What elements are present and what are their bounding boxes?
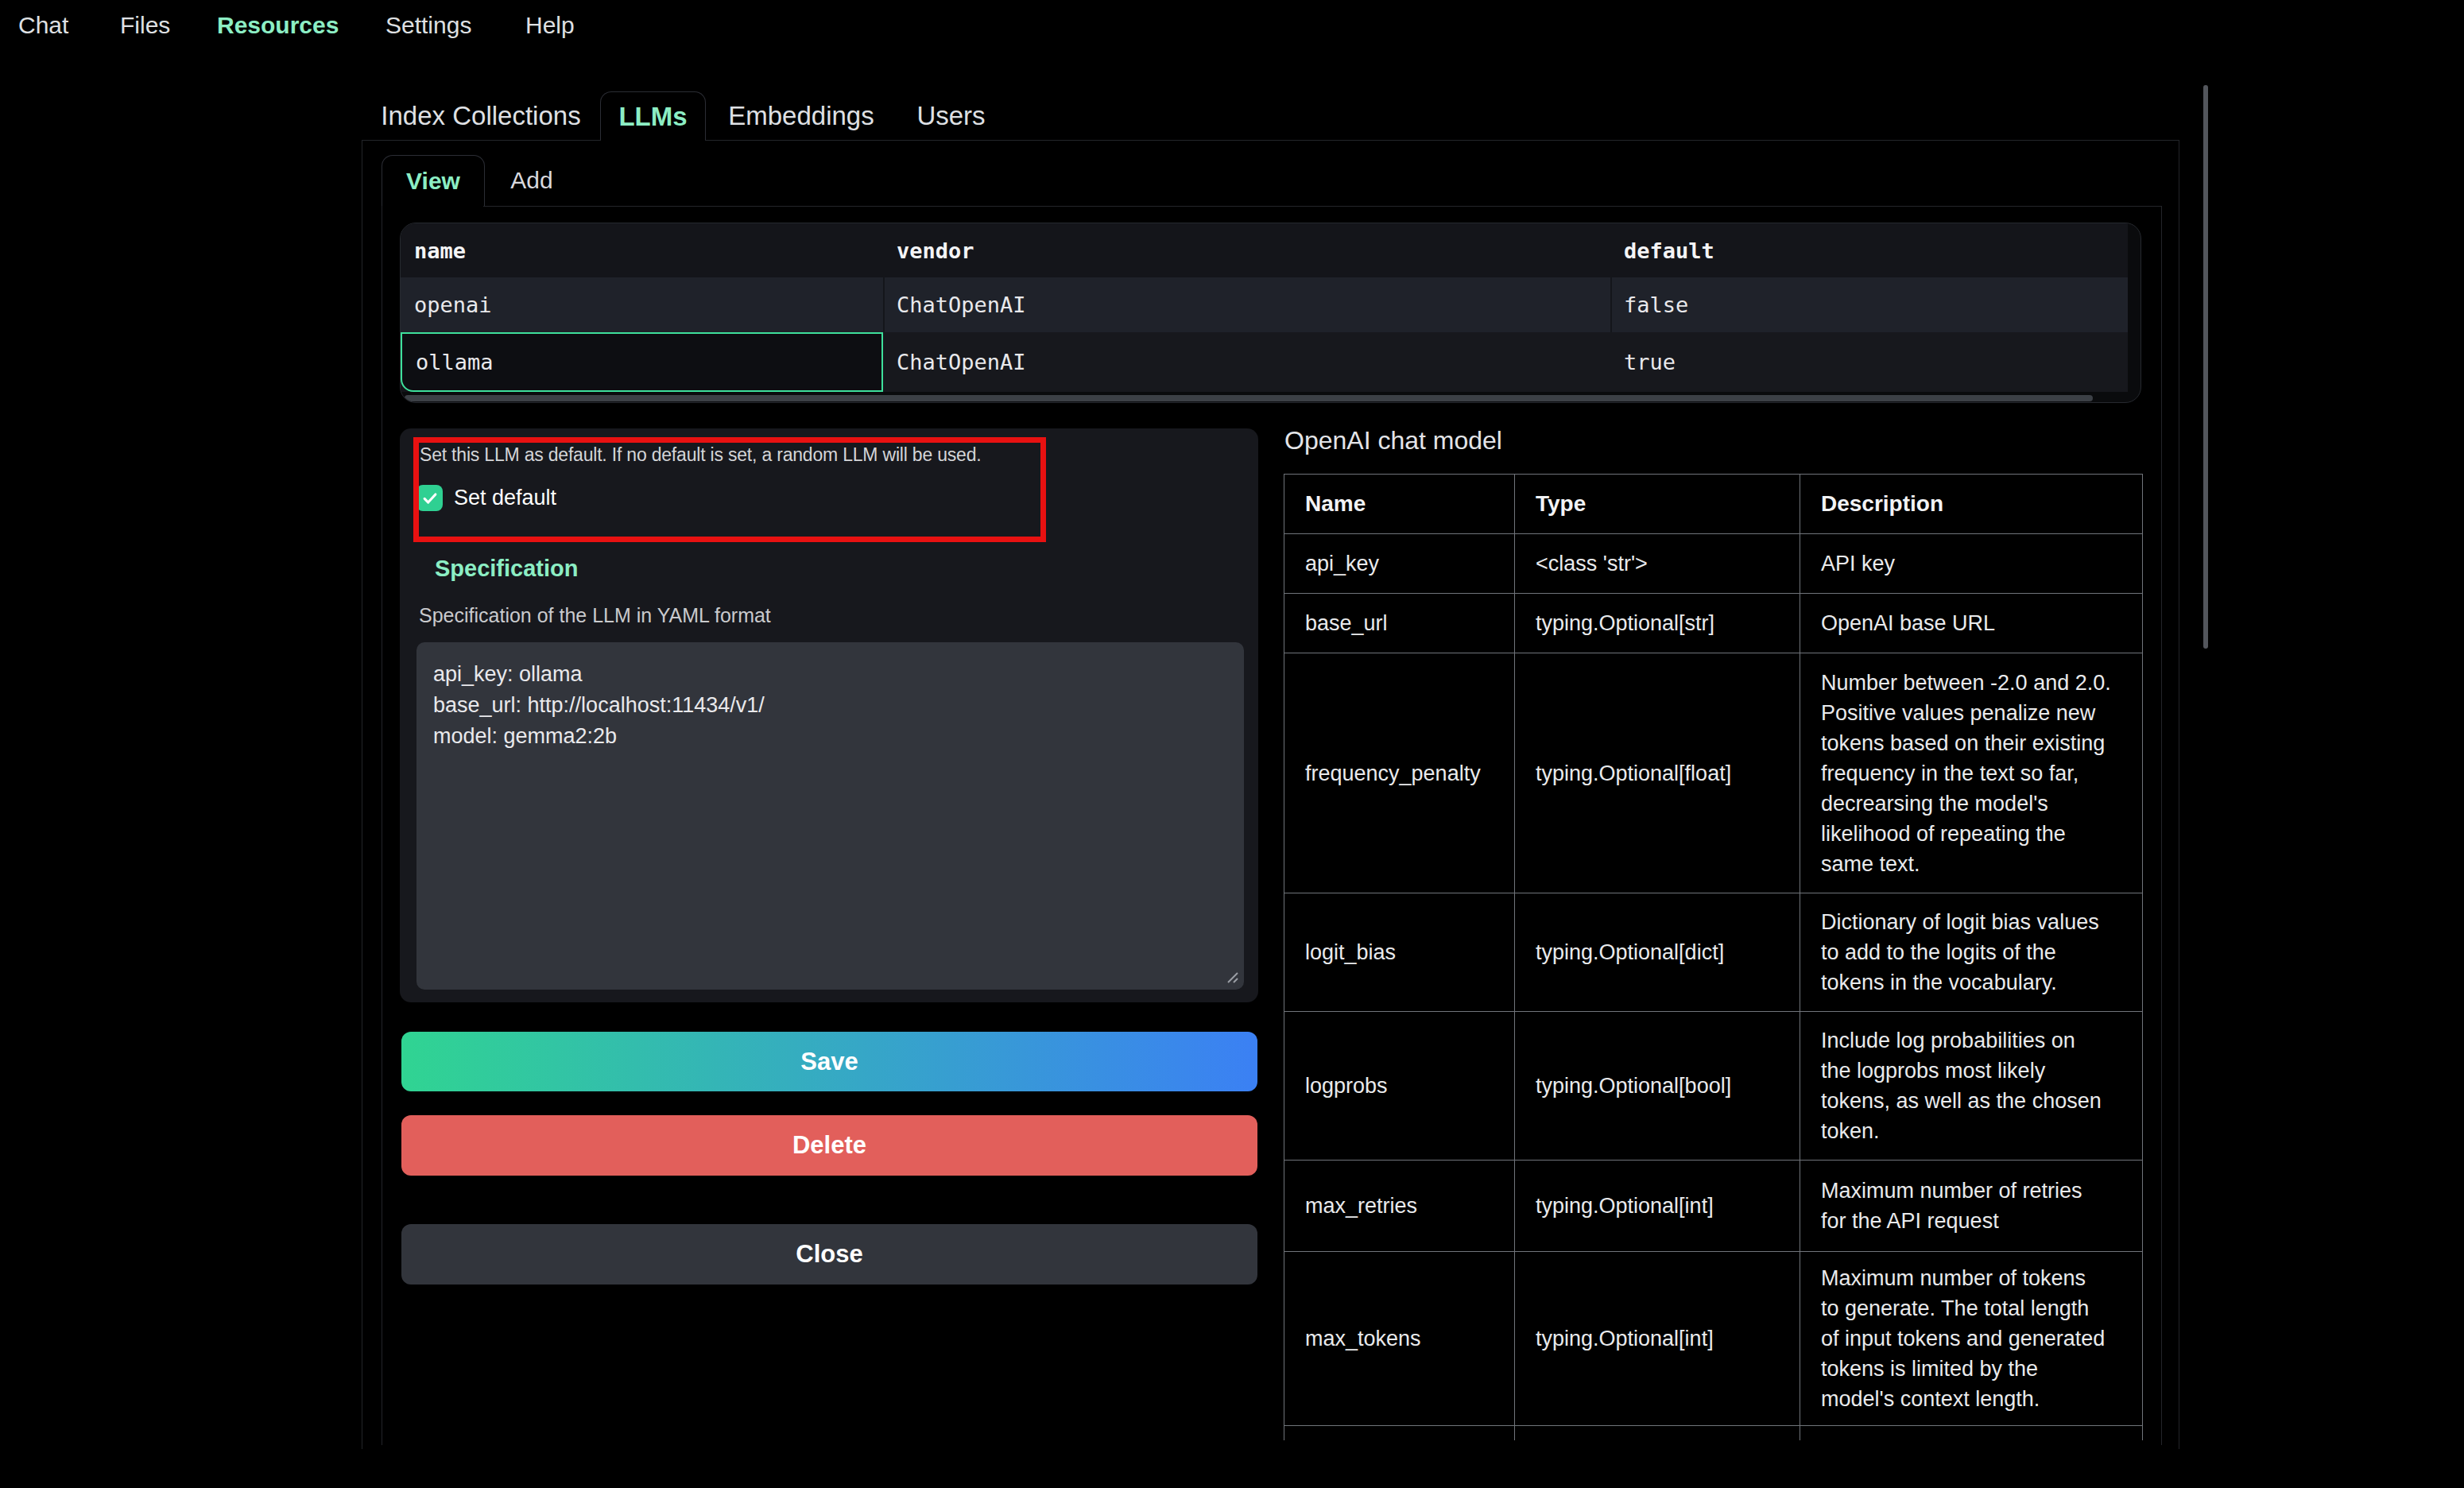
- param-row-frequency-penalty: frequency_penalty typing.Optional[float]…: [1284, 653, 2143, 893]
- specification-expander[interactable]: Specification: [435, 556, 579, 582]
- param-row-max-retries: max_retries typing.Optional[int] Maximum…: [1284, 1161, 2143, 1252]
- param-type: typing.Optional[str]: [1515, 594, 1800, 653]
- param-name: base_url: [1284, 594, 1515, 653]
- param-row-partial: [1284, 1426, 2143, 1441]
- param-description: [1800, 1426, 2143, 1441]
- param-row-max-tokens: max_tokens typing.Optional[int] Maximum …: [1284, 1252, 2143, 1426]
- llm-cell-ollama-name[interactable]: ollama: [401, 332, 883, 392]
- tab-llms[interactable]: LLMs: [600, 91, 706, 140]
- params-table: Name Type Description api_key <class 'st…: [1284, 474, 2143, 1440]
- param-name: logprobs: [1284, 1012, 1515, 1161]
- param-row-logit-bias: logit_bias typing.Optional[dict] Diction…: [1284, 893, 2143, 1012]
- llm-cell-ollama-vendor[interactable]: ChatOpenAI: [883, 332, 1610, 392]
- param-row-base-url: base_url typing.Optional[str] OpenAI bas…: [1284, 594, 2143, 653]
- param-description: OpenAI base URL: [1800, 594, 2143, 653]
- param-type: typing.Optional[float]: [1515, 653, 1800, 893]
- delete-button[interactable]: Delete: [401, 1115, 1257, 1176]
- param-type: typing.Optional[bool]: [1515, 1012, 1800, 1161]
- close-button[interactable]: Close: [401, 1224, 1257, 1285]
- param-name: api_key: [1284, 534, 1515, 594]
- nav-item-resources[interactable]: Resources: [217, 11, 339, 40]
- param-row-logprobs: logprobs typing.Optional[bool] Include l…: [1284, 1012, 2143, 1161]
- llm-cell-openai-default[interactable]: false: [1610, 277, 2128, 332]
- tab-embeddings[interactable]: Embeddings: [706, 91, 897, 140]
- param-type: [1515, 1426, 1800, 1441]
- llm-grid-header-name[interactable]: name: [401, 223, 883, 277]
- llm-cell-openai-name[interactable]: openai: [401, 277, 883, 332]
- tab-index-collections[interactable]: Index Collections: [362, 91, 600, 140]
- param-type: typing.Optional[dict]: [1515, 893, 1800, 1012]
- nav-item-settings[interactable]: Settings: [385, 11, 471, 40]
- param-description: Number between -2.0 and 2.0. Positive va…: [1800, 653, 2143, 893]
- param-description: Maximum number of tokens to generate. Th…: [1800, 1252, 2143, 1426]
- nav-item-files[interactable]: Files: [120, 11, 170, 40]
- param-description: Maximum number of retries for the API re…: [1800, 1161, 2143, 1252]
- page-vertical-scrollbar-thumb[interactable]: [2203, 85, 2208, 649]
- param-description: Include log probabilities on the logprob…: [1800, 1012, 2143, 1161]
- llm-cell-ollama-default[interactable]: true: [1610, 332, 2128, 392]
- params-header-description: Description: [1800, 475, 2143, 534]
- textarea-resize-handle[interactable]: [1222, 967, 1239, 984]
- params-table-header-row: Name Type Description: [1284, 475, 2143, 534]
- params-header-type: Type: [1515, 475, 1800, 534]
- llm-grid: name vendor default openai ChatOpenAI fa…: [400, 223, 2141, 403]
- llm-grid-row-ollama[interactable]: ollama ChatOpenAI true: [401, 332, 2128, 392]
- yaml-spec-text: api_key: ollama base_url: http://localho…: [433, 659, 765, 752]
- param-name: [1284, 1426, 1515, 1441]
- llm-grid-header-vendor[interactable]: vendor: [883, 223, 1610, 277]
- param-type: typing.Optional[int]: [1515, 1252, 1800, 1426]
- param-name: max_tokens: [1284, 1252, 1515, 1426]
- llm-grid-row-openai[interactable]: openai ChatOpenAI false: [401, 277, 2128, 332]
- subtab-view[interactable]: View: [382, 155, 485, 206]
- param-type: <class 'str'>: [1515, 534, 1800, 594]
- save-button[interactable]: Save: [401, 1032, 1257, 1091]
- param-description: API key: [1800, 534, 2143, 594]
- param-type: typing.Optional[int]: [1515, 1161, 1800, 1252]
- param-description: Dictionary of logit bias values to add t…: [1800, 893, 2143, 1012]
- specification-caption: Specification of the LLM in YAML format: [419, 604, 771, 627]
- params-panel-title: OpenAI chat model: [1284, 426, 1502, 455]
- subtab-add[interactable]: Add: [485, 155, 579, 206]
- param-name: logit_bias: [1284, 893, 1515, 1012]
- nav-item-chat[interactable]: Chat: [18, 11, 68, 40]
- param-name: max_retries: [1284, 1161, 1515, 1252]
- yaml-spec-textarea[interactable]: api_key: ollama base_url: http://localho…: [416, 642, 1244, 990]
- tab-users[interactable]: Users: [897, 91, 1005, 140]
- param-row-api-key: api_key <class 'str'> API key: [1284, 534, 2143, 594]
- llm-grid-header: name vendor default: [401, 223, 2128, 277]
- params-header-name: Name: [1284, 475, 1515, 534]
- param-name: frequency_penalty: [1284, 653, 1515, 893]
- nav-item-help[interactable]: Help: [525, 11, 575, 40]
- llm-grid-horizontal-scrollbar[interactable]: [405, 395, 2093, 401]
- llm-grid-header-default[interactable]: default: [1610, 223, 2128, 277]
- llm-cell-openai-vendor[interactable]: ChatOpenAI: [883, 277, 1610, 332]
- annotation-red-box: [413, 437, 1046, 542]
- params-table-container: Name Type Description api_key <class 'st…: [1284, 474, 2143, 1440]
